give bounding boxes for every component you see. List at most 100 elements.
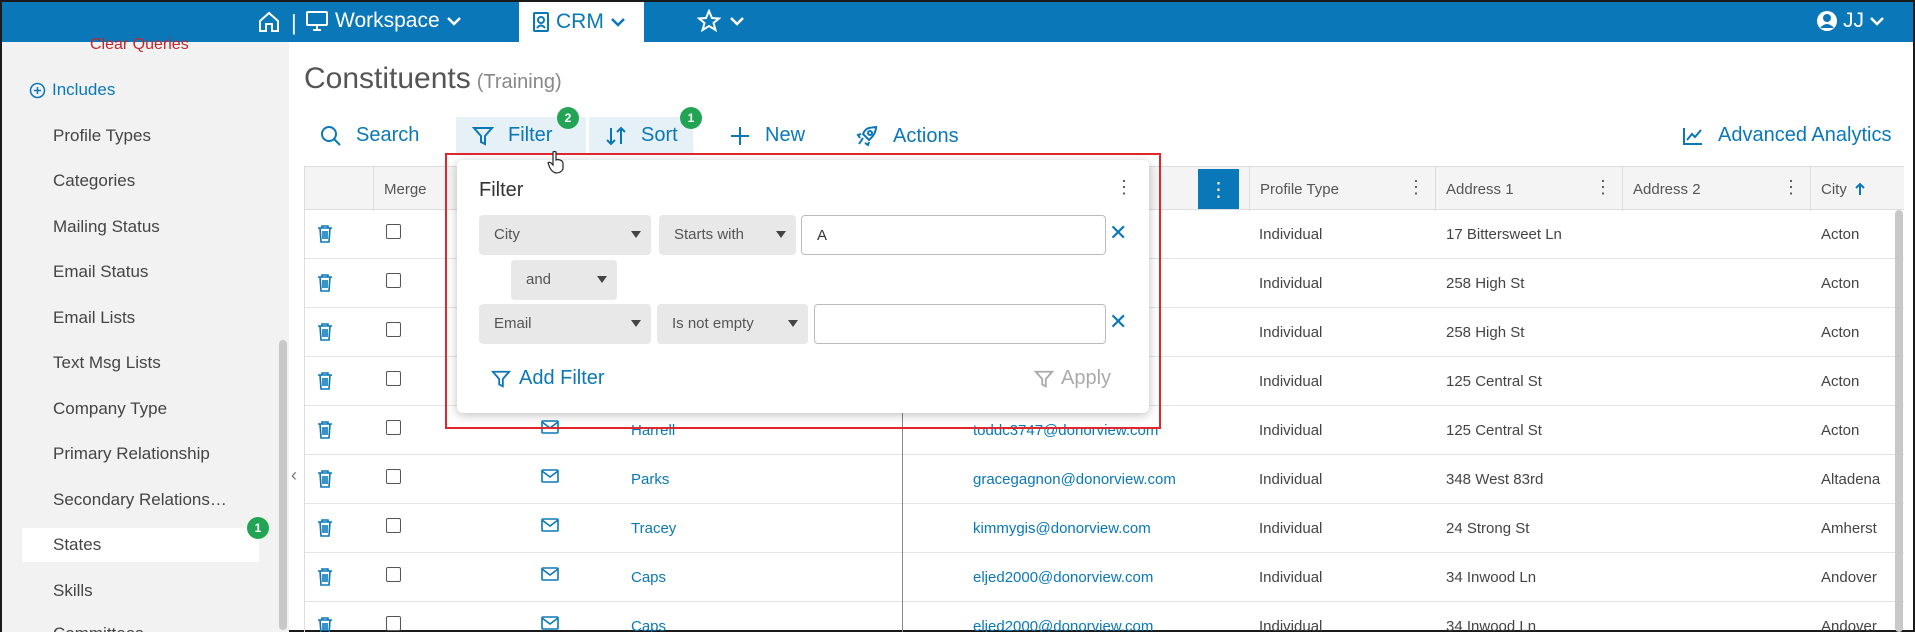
sidebar-item-categories[interactable]: Categories [53, 171, 135, 191]
column-menu-icon[interactable]: ⋮ [1782, 177, 1800, 198]
user-initials: JJ [1843, 9, 1864, 32]
email-link[interactable]: kimmygis@donorview.com [973, 520, 1151, 537]
sidebar-item-states[interactable]: States [22, 528, 259, 562]
trash-icon[interactable] [317, 224, 333, 244]
column-menu-icon-active[interactable]: ⋮ [1198, 169, 1239, 209]
contact-card-icon [533, 12, 549, 32]
filter2-value-input[interactable] [814, 304, 1106, 344]
sidebar-item-mailing-status[interactable]: Mailing Status [53, 217, 160, 237]
column-header-profile-type[interactable]: Profile Type ⋮ [1249, 167, 1436, 211]
merge-header-label: Merge [384, 181, 427, 198]
filter1-value-input[interactable]: A [801, 215, 1106, 255]
filter2-operator-select[interactable]: Is not empty [657, 304, 808, 344]
merge-checkbox[interactable] [386, 518, 401, 533]
merge-checkbox[interactable] [386, 224, 401, 239]
new-label: New [765, 124, 806, 146]
trash-icon[interactable] [317, 420, 333, 440]
merge-checkbox[interactable] [386, 420, 401, 435]
sidebar-scrollbar[interactable] [279, 340, 287, 630]
sidebar-item-committees[interactable]: Committees [53, 624, 144, 632]
last-name-link[interactable]: Parks [631, 471, 669, 488]
favorites-menu[interactable] [697, 9, 745, 33]
city-cell: Acton [1821, 373, 1860, 390]
user-menu[interactable]: JJ [1816, 9, 1885, 33]
sidebar-item-email-status[interactable]: Email Status [53, 262, 148, 282]
remove-filter2-icon[interactable]: ✕ [1109, 309, 1127, 335]
workspace-menu[interactable]: Workspace [305, 9, 462, 33]
trash-icon[interactable] [317, 273, 333, 293]
sidebar-item-primary-relationship[interactable]: Primary Relationship [53, 444, 210, 464]
trash-icon[interactable] [317, 322, 333, 342]
merge-checkbox[interactable] [386, 322, 401, 337]
email-link[interactable]: gracegagnon@donorview.com [973, 471, 1176, 488]
table-row[interactable]: Caps eljed2000@donorview.com Individual 34 … [305, 602, 1904, 632]
sidebar-item-text-msg-lists[interactable]: Text Msg Lists [53, 353, 161, 373]
sidebar-item-profile-types[interactable]: Profile Types [53, 126, 151, 146]
filter-count-badge: 2 [557, 107, 579, 129]
collapse-sidebar-icon[interactable]: ‹ [291, 465, 297, 486]
filter-icon [491, 370, 511, 388]
filter-popup-title: Filter [479, 179, 524, 201]
trash-icon[interactable] [317, 518, 333, 538]
envelope-icon[interactable] [541, 469, 559, 483]
plus-circle-icon [29, 82, 46, 98]
column-menu-icon[interactable]: ⋮ [1407, 177, 1425, 198]
crm-menu[interactable]: CRM [519, 2, 644, 42]
filter1-field-select[interactable]: City [479, 215, 651, 255]
table-row[interactable]: Parks gracegagnon@donorview.com Individual… [305, 455, 1904, 504]
table-row[interactable]: Tracey kimmygis@donorview.com Individual 24… [305, 504, 1904, 553]
last-name-link[interactable]: Tracey [631, 520, 676, 537]
sidebar-item-email-lists[interactable]: Email Lists [53, 308, 135, 328]
trash-icon[interactable] [317, 371, 333, 391]
apply-filter-button[interactable]: Apply [1033, 367, 1111, 390]
home-icon[interactable] [257, 10, 281, 34]
merge-checkbox[interactable] [386, 371, 401, 386]
sort-label: Sort [641, 124, 678, 146]
trash-icon[interactable] [317, 616, 333, 632]
clear-queries-link[interactable]: Clear Queries [90, 36, 189, 54]
sort-button[interactable]: Sort [605, 124, 678, 147]
states-count-badge: 1 [247, 517, 269, 539]
filter-button[interactable]: Filter [472, 124, 552, 147]
envelope-icon[interactable] [541, 616, 559, 630]
envelope-icon[interactable] [541, 567, 559, 581]
merge-checkbox[interactable] [386, 469, 401, 484]
sidebar-item-secondary-relationship[interactable]: Secondary Relations… [53, 490, 227, 510]
remove-filter1-icon[interactable]: ✕ [1109, 220, 1127, 246]
column-header-address2[interactable]: Address 2 ⋮ [1623, 167, 1811, 211]
merge-checkbox[interactable] [386, 616, 401, 631]
filter2-field-select[interactable]: Email [479, 304, 651, 344]
search-button[interactable]: Search [320, 124, 419, 147]
filter-options-icon[interactable]: ⋮ [1115, 177, 1133, 198]
envelope-icon[interactable] [541, 518, 559, 532]
city-cell: Andover [1821, 569, 1877, 586]
table-scrollbar[interactable] [1895, 210, 1903, 632]
add-filter-button[interactable]: Add Filter [491, 367, 605, 390]
column-menu-icon[interactable]: ⋮ [1594, 177, 1612, 198]
advanced-analytics-button[interactable]: Advanced Analytics [1682, 124, 1891, 147]
last-name-link[interactable]: Caps [631, 618, 666, 632]
trash-icon[interactable] [317, 567, 333, 587]
filter-popup: Filter ⋮ City Starts with A ✕ and Email … [457, 160, 1149, 413]
merge-checkbox[interactable] [386, 273, 401, 288]
address1-cell: 34 Inwood Ln [1446, 618, 1537, 632]
merge-checkbox[interactable] [386, 567, 401, 582]
sidebar-item-skills[interactable]: Skills [53, 581, 93, 601]
actions-button[interactable]: Actions [855, 124, 959, 148]
column-header-address1[interactable]: Address 1 ⋮ [1436, 167, 1623, 211]
last-name-link[interactable]: Caps [631, 569, 666, 586]
column-header-city[interactable]: City [1811, 167, 1904, 211]
filter2-operator-value: Is not empty [672, 315, 754, 332]
filter1-operator-select[interactable]: Starts with [659, 215, 796, 255]
city-cell: Andover [1821, 618, 1877, 632]
email-link[interactable]: eljed2000@donorview.com [973, 618, 1153, 632]
new-button[interactable]: New [729, 124, 805, 147]
email-link[interactable]: eljed2000@donorview.com [973, 569, 1153, 586]
conjunction-select[interactable]: and [511, 260, 617, 300]
table-row[interactable]: Caps eljed2000@donorview.com Individual 34 … [305, 553, 1904, 602]
trash-icon[interactable] [317, 469, 333, 489]
sidebar-item-company-type[interactable]: Company Type [53, 399, 167, 419]
address1-cell: 348 West 83rd [1446, 471, 1544, 488]
includes-toggle[interactable]: Includes [29, 80, 115, 100]
column-header-delete [305, 167, 374, 211]
